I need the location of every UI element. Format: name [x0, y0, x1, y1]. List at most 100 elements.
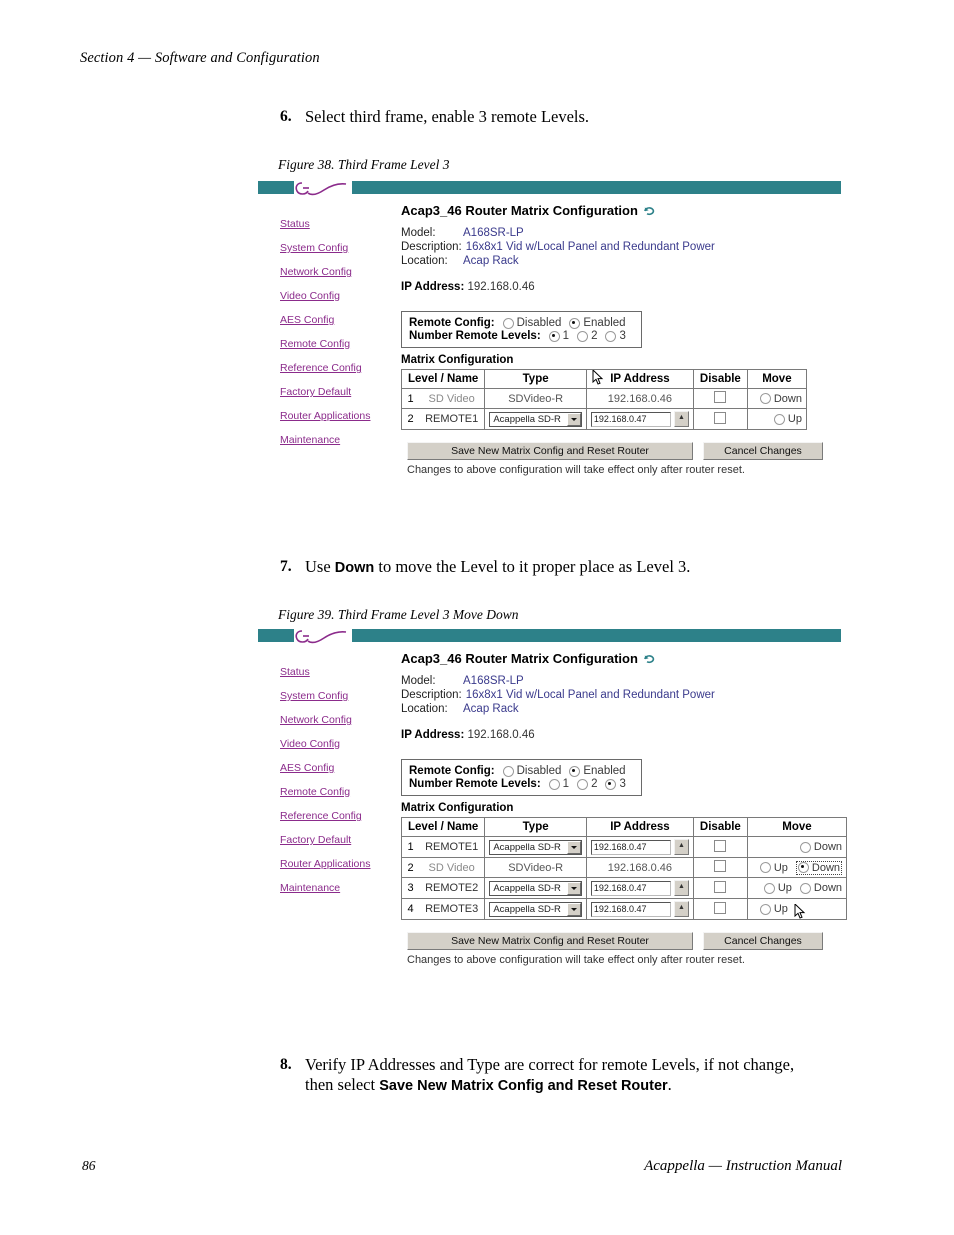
- table-row: 3 REMOTE2 Acappella SD-R 192.168.0.47 ▲: [401, 877, 848, 899]
- sidebar-item-status[interactable]: Status: [280, 219, 398, 230]
- ip-address-input[interactable]: 192.168.0.47: [590, 880, 671, 896]
- radio-move-down[interactable]: Down: [759, 393, 802, 405]
- sidebar-item-network-config[interactable]: Network Config: [280, 267, 398, 278]
- radio-remote-config-disabled[interactable]: Disabled: [502, 317, 561, 329]
- sidebar-item-video-config[interactable]: Video Config: [280, 739, 398, 750]
- sidebar-item-system-config[interactable]: System Config: [280, 691, 398, 702]
- column-header-move: Move: [746, 369, 807, 389]
- cell-level-name: REMOTE1: [419, 408, 486, 430]
- radio-icon-levels-1: [548, 330, 560, 342]
- radio-move-up[interactable]: Up: [763, 882, 792, 894]
- radio-icon-disabled: [502, 317, 514, 329]
- sidebar-item-system-config[interactable]: System Config: [280, 243, 398, 254]
- cell-move: Up Down: [746, 877, 848, 899]
- step-7-text: Use Down to move the Level to it proper …: [305, 557, 691, 576]
- type-select[interactable]: Acappella SD-R: [489, 411, 582, 427]
- radio-label-disabled: Disabled: [516, 765, 562, 777]
- sidebar-item-maintenance[interactable]: Maintenance: [280, 883, 398, 894]
- type-select[interactable]: Acappella SD-R: [489, 901, 582, 917]
- type-select-value: Acappella SD-R: [493, 903, 561, 915]
- sidebar-item-remote-config[interactable]: Remote Config: [280, 787, 398, 798]
- radio-levels-2[interactable]: 2: [577, 778, 597, 790]
- step-8-bold: Save New Matrix Config and Reset Router: [379, 1078, 668, 1094]
- step-7: 7. Use Down to move the Level to it prop…: [280, 557, 840, 578]
- radio-label-move-down: Down: [813, 841, 843, 853]
- cell-level-name: SD Video: [419, 388, 486, 409]
- radio-levels-2[interactable]: 2: [577, 330, 597, 342]
- sidebar-item-maintenance[interactable]: Maintenance: [280, 435, 398, 446]
- sidebar-item-router-applications[interactable]: Router Applications: [280, 859, 398, 870]
- meta-row-description: Description: 16x8x1 Vid w/Local Panel an…: [401, 689, 847, 701]
- radio-levels-1[interactable]: 1: [548, 330, 569, 342]
- radio-icon-enabled: [569, 765, 581, 777]
- radio-icon-move-down: [759, 393, 771, 404]
- sidebar-item-aes-config[interactable]: AES Config: [280, 763, 398, 774]
- radio-move-up[interactable]: Up: [759, 862, 788, 874]
- sidebar-item-network-config[interactable]: Network Config: [280, 715, 398, 726]
- meta-row-location: Location: Acap Rack: [401, 703, 847, 715]
- matrix-configuration-title: Matrix Configuration: [401, 802, 514, 814]
- sidebar-item-reference-config[interactable]: Reference Config: [280, 363, 398, 374]
- disable-checkbox[interactable]: [714, 839, 727, 852]
- step-6-number: 6.: [280, 108, 292, 125]
- radio-icon-enabled: [569, 317, 581, 329]
- disable-checkbox[interactable]: [714, 411, 727, 424]
- sidebar-item-video-config[interactable]: Video Config: [280, 291, 398, 302]
- sidebar-item-status[interactable]: Status: [280, 667, 398, 678]
- ip-stepper-button[interactable]: ▲: [673, 839, 689, 855]
- ip-address-value: 192.168.0.46: [467, 281, 535, 293]
- cell-type: Acappella SD-R: [484, 898, 587, 920]
- disable-checkbox[interactable]: [714, 880, 727, 893]
- disable-checkbox[interactable]: [714, 860, 727, 872]
- column-header-ip-address: IP Address: [585, 817, 694, 837]
- ip-address-input[interactable]: 192.168.0.47: [590, 839, 671, 855]
- sidebar-item-reference-config[interactable]: Reference Config: [280, 811, 398, 822]
- radio-icon-move-up: [763, 882, 775, 894]
- radio-move-down[interactable]: Down: [799, 841, 843, 853]
- refresh-icon[interactable]: [643, 205, 656, 216]
- ip-address-input[interactable]: 192.168.0.47: [590, 411, 671, 427]
- table-row: 2 SD Video SDVideo-R 192.168.0.46 Up Dow…: [401, 857, 848, 878]
- cell-level-number: 2: [401, 408, 419, 430]
- cancel-changes-button[interactable]: Cancel Changes: [703, 932, 823, 950]
- sidebar-item-router-applications[interactable]: Router Applications: [280, 411, 398, 422]
- save-matrix-config-button[interactable]: Save New Matrix Config and Reset Router: [407, 932, 693, 950]
- sidebar-item-factory-default[interactable]: Factory Default: [280, 387, 398, 398]
- sidebar-item-remote-config[interactable]: Remote Config: [280, 339, 398, 350]
- radio-move-down[interactable]: Down: [795, 860, 843, 875]
- type-select[interactable]: Acappella SD-R: [489, 880, 582, 896]
- cell-disable: [692, 836, 748, 858]
- remote-levels-row: Number Remote Levels: 1 2 3: [409, 330, 634, 342]
- radio-remote-config-enabled[interactable]: Enabled: [569, 317, 626, 329]
- device-meta: Model: A168SR-LP Description: 16x8x1 Vid…: [401, 227, 823, 267]
- radio-icon-move-down: [799, 841, 811, 853]
- save-matrix-config-button[interactable]: Save New Matrix Config and Reset Router: [407, 442, 693, 460]
- column-header-disable: Disable: [692, 817, 748, 837]
- refresh-icon[interactable]: [643, 653, 656, 664]
- matrix-configuration-title: Matrix Configuration: [401, 354, 514, 366]
- radio-levels-3[interactable]: 3: [605, 330, 626, 342]
- cell-disable: [692, 408, 748, 430]
- disable-checkbox[interactable]: [714, 391, 727, 403]
- sidebar-item-aes-config[interactable]: AES Config: [280, 315, 398, 326]
- radio-levels-3[interactable]: 3: [605, 778, 626, 790]
- radio-label-move-down: Down: [811, 861, 841, 874]
- radio-move-up[interactable]: Up: [773, 413, 802, 425]
- sidebar-item-factory-default[interactable]: Factory Default: [280, 835, 398, 846]
- ip-stepper-button[interactable]: ▲: [673, 411, 689, 427]
- ip-stepper-button[interactable]: ▲: [673, 901, 689, 917]
- radio-remote-config-enabled[interactable]: Enabled: [569, 765, 626, 777]
- radio-levels-1[interactable]: 1: [548, 778, 569, 790]
- disable-checkbox[interactable]: [714, 901, 727, 914]
- radio-icon-move-up: [773, 413, 785, 425]
- ip-address-input[interactable]: 192.168.0.47: [590, 901, 671, 917]
- radio-icon-levels-3: [605, 778, 617, 790]
- ip-stepper-button[interactable]: ▲: [673, 880, 689, 896]
- type-select[interactable]: Acappella SD-R: [489, 839, 582, 855]
- radio-move-up[interactable]: Up: [759, 903, 788, 915]
- remote-levels-label: Number Remote Levels:: [409, 330, 541, 342]
- table-row: 1 REMOTE1 Acappella SD-R 192.168.0.47 ▲: [401, 836, 848, 858]
- radio-move-down[interactable]: Down: [799, 882, 842, 894]
- radio-remote-config-disabled[interactable]: Disabled: [502, 765, 562, 777]
- cancel-changes-button[interactable]: Cancel Changes: [703, 442, 823, 460]
